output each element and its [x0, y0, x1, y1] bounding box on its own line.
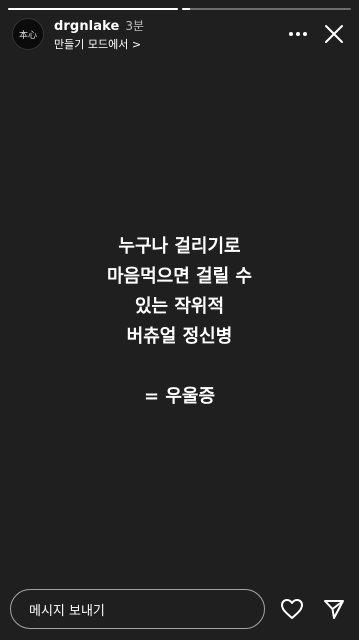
close-button[interactable]: [321, 21, 347, 47]
message-placeholder: 메시지 보내기: [29, 603, 105, 619]
story-text-line: 마음먹으면 걸릴 수: [106, 266, 252, 287]
like-button[interactable]: [277, 594, 307, 624]
heart-icon: [281, 599, 303, 619]
story-conclusion: = 우울증: [143, 386, 216, 407]
story-meta: drgnlake 3분 만들기 모드에서 >: [54, 17, 144, 52]
progress-segment-1: [8, 8, 178, 10]
more-options-button[interactable]: [285, 21, 311, 47]
story-text-line: 누구나 걸리기로: [118, 236, 241, 257]
avatar[interactable]: 本心: [12, 18, 44, 50]
story-header: 本心 drgnlake 3분 만들기 모드에서 >: [12, 14, 347, 54]
story-text-line: 있는 작위적: [134, 296, 225, 317]
close-icon: [325, 25, 343, 43]
username[interactable]: drgnlake: [54, 19, 119, 34]
avatar-text: 本心: [18, 30, 37, 41]
story-progress-bar: [8, 8, 351, 10]
message-input[interactable]: 메시지 보내기: [10, 589, 265, 629]
timestamp: 3분: [125, 18, 145, 33]
story-footer: 메시지 보내기: [10, 588, 349, 630]
send-icon: [324, 600, 344, 619]
story-text: 누구나 걸리기로 마음먹으면 걸릴 수 있는 작위적 버츄얼 정신병 = 우울증: [0, 232, 359, 412]
story-text-line: 버츄얼 정신병: [126, 326, 233, 347]
more-horizontal-icon: [289, 32, 307, 36]
create-mode-link[interactable]: 만들기 모드에서 >: [54, 36, 144, 52]
send-button[interactable]: [319, 594, 349, 624]
progress-segment-2: [181, 8, 351, 10]
